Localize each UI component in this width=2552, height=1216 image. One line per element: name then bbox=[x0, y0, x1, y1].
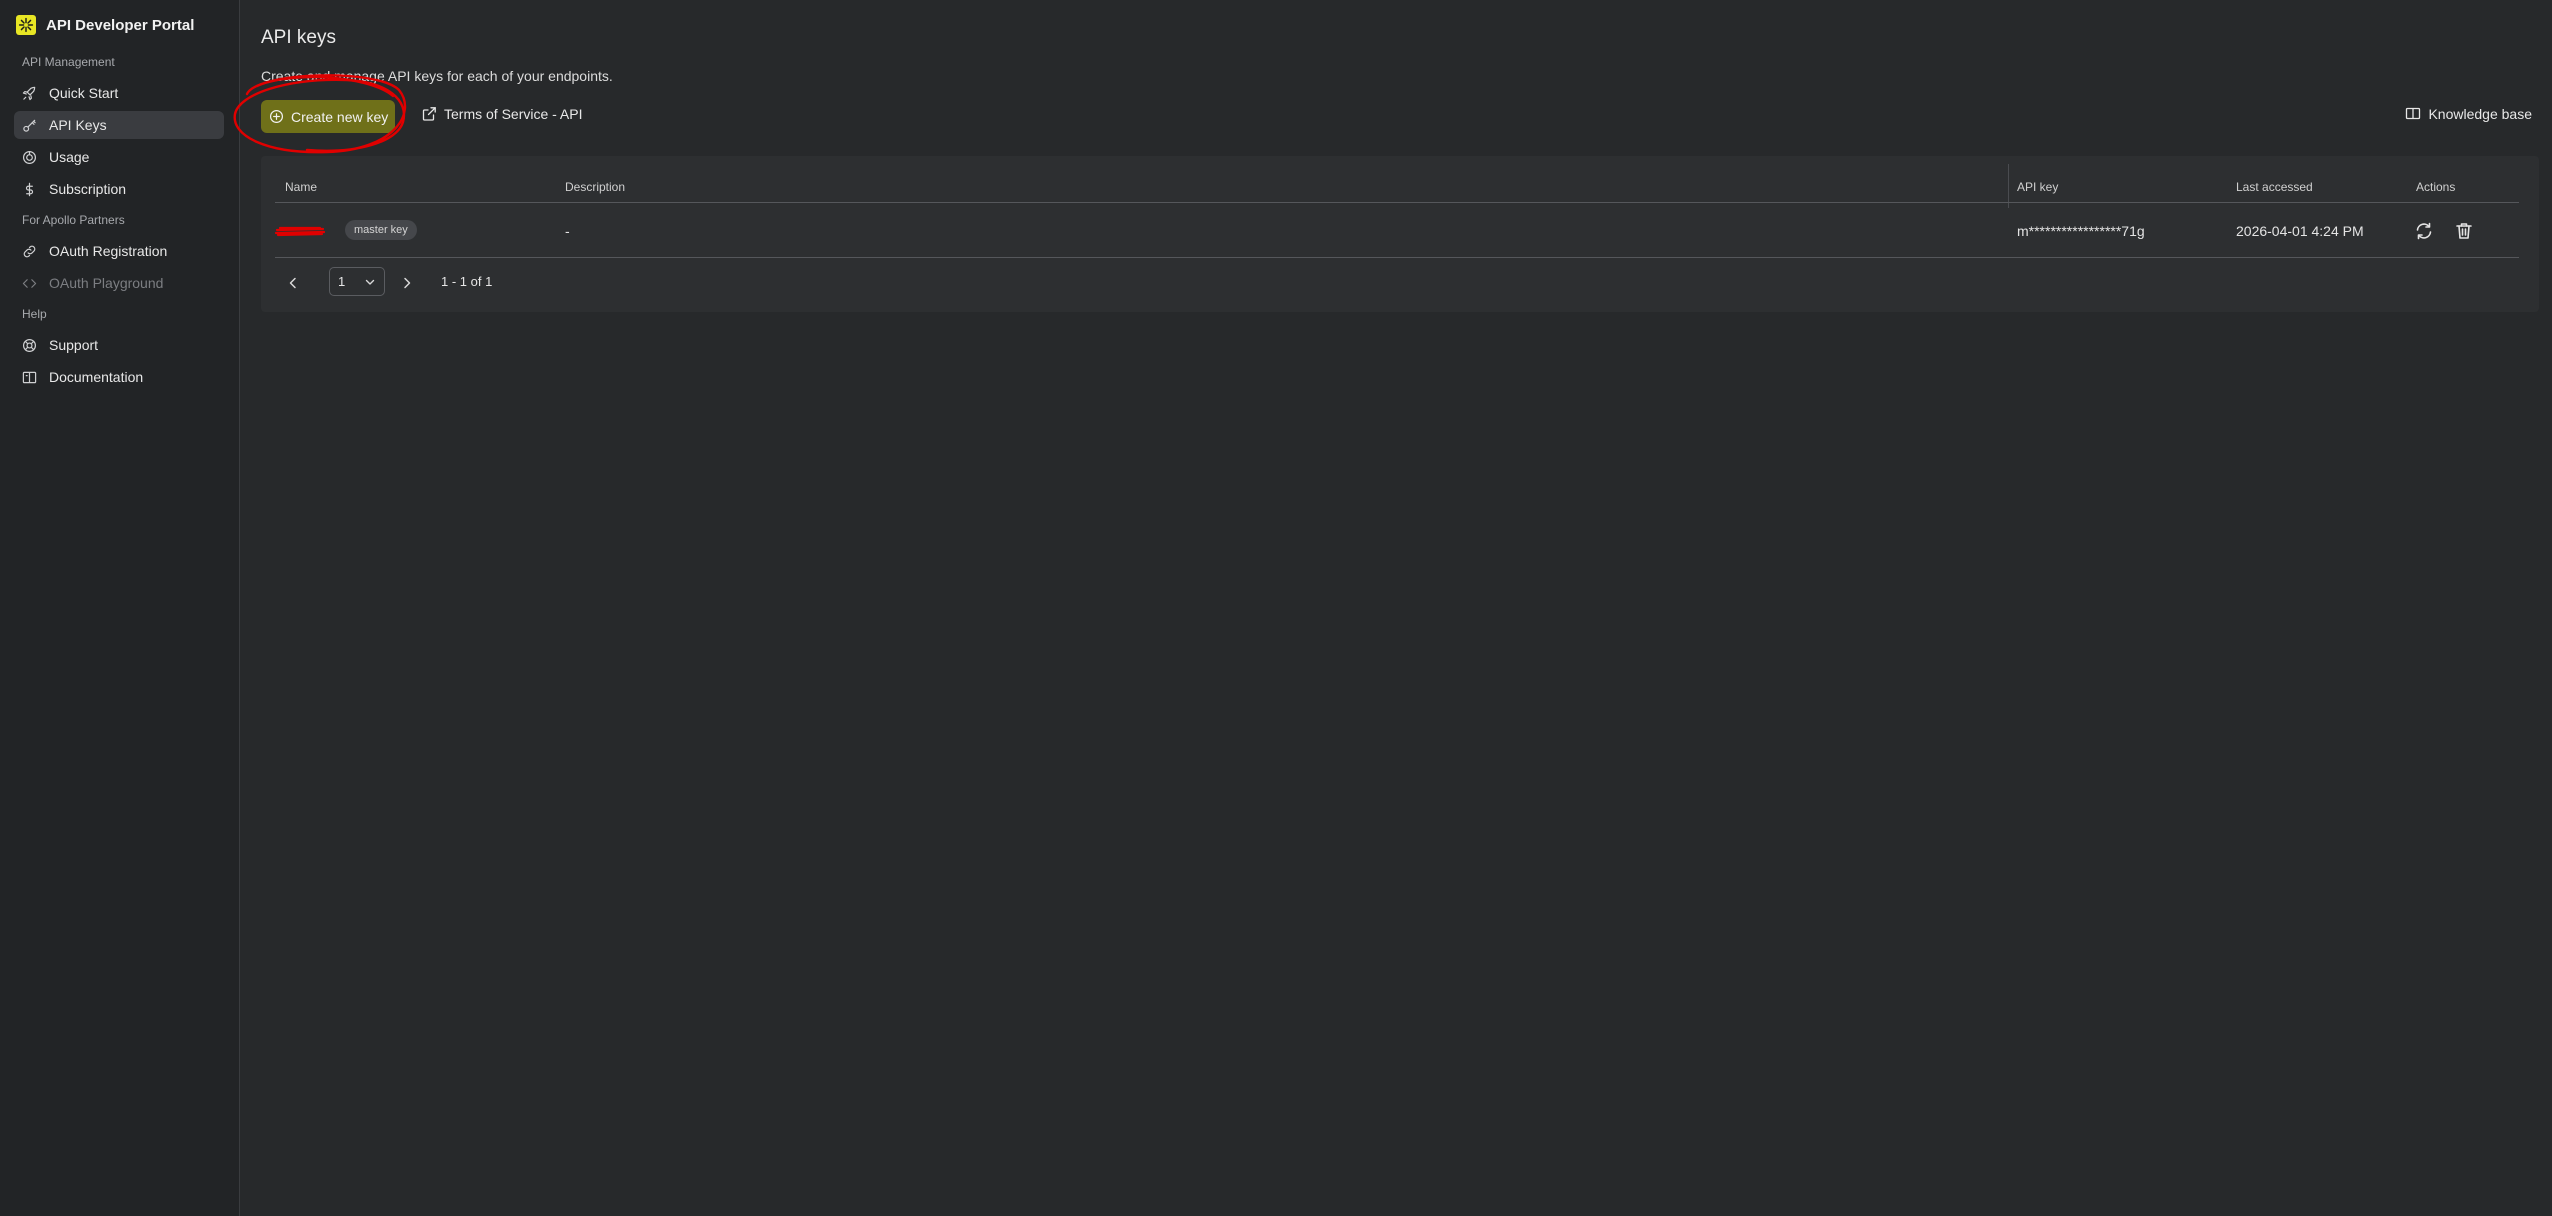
apollo-logo-icon bbox=[16, 15, 36, 35]
section-label-help: Help bbox=[22, 307, 47, 321]
sidebar-item-subscription[interactable]: Subscription bbox=[14, 175, 224, 203]
rocket-icon bbox=[22, 86, 36, 100]
brand-title: API Developer Portal bbox=[46, 16, 195, 34]
sidebar-item-label: Documentation bbox=[49, 369, 144, 385]
sidebar-item-label: Support bbox=[49, 337, 99, 353]
book-icon bbox=[22, 371, 37, 383]
next-page-button[interactable] bbox=[395, 271, 419, 295]
terms-of-service-link[interactable]: Terms of Service - API bbox=[421, 106, 582, 122]
page-select[interactable]: 1 bbox=[329, 267, 385, 296]
sidebar-item-oauth-registration[interactable]: OAuth Registration bbox=[14, 237, 224, 265]
sidebar-item-label: Subscription bbox=[49, 181, 127, 197]
sidebar-item-api-keys[interactable]: API Keys bbox=[14, 111, 224, 139]
redacted-name-scribble bbox=[275, 226, 325, 237]
sidebar: API Developer Portal API Management Quic… bbox=[0, 0, 240, 1216]
gauge-icon bbox=[22, 150, 37, 164]
api-keys-table: Name Description API key Last accessed A… bbox=[261, 156, 2539, 312]
pagination-info: 1 - 1 of 1 bbox=[441, 274, 493, 289]
brand[interactable]: API Developer Portal bbox=[16, 14, 194, 36]
key-icon bbox=[23, 119, 36, 132]
master-key-badge: master key bbox=[345, 220, 417, 240]
sidebar-item-label: Usage bbox=[49, 149, 90, 165]
sidebar-item-label: OAuth Playground bbox=[49, 275, 164, 291]
main-content: API keys Create and manage API keys for … bbox=[233, 0, 2552, 1216]
sidebar-item-documentation[interactable]: Documentation bbox=[14, 363, 224, 391]
delete-key-button[interactable] bbox=[2451, 218, 2477, 244]
create-new-key-label: Create new key bbox=[291, 108, 389, 125]
sidebar-item-support[interactable]: Support bbox=[14, 331, 224, 359]
section-label-partners: For Apollo Partners bbox=[22, 213, 125, 227]
column-header-api-key: API key bbox=[2017, 180, 2059, 194]
link-icon bbox=[23, 245, 36, 257]
row-api-key: m*****************71g bbox=[2017, 223, 2145, 239]
sidebar-item-quick-start[interactable]: Quick Start bbox=[14, 79, 224, 107]
row-last-accessed: 2026-04-01 4:24 PM bbox=[2236, 223, 2364, 239]
row-divider bbox=[275, 257, 2519, 258]
support-icon bbox=[22, 338, 37, 352]
page-description: Create and manage API keys for each of y… bbox=[261, 68, 613, 84]
previous-page-button[interactable] bbox=[281, 271, 305, 295]
sidebar-item-usage[interactable]: Usage bbox=[14, 143, 224, 171]
create-new-key-button[interactable]: Create new key bbox=[261, 100, 395, 133]
header-divider bbox=[275, 202, 2519, 203]
column-header-actions: Actions bbox=[2416, 180, 2456, 194]
plus-circle-icon bbox=[269, 109, 284, 124]
chevron-right-icon bbox=[404, 277, 411, 289]
chevron-down-icon bbox=[365, 279, 375, 285]
page-select-value: 1 bbox=[338, 274, 346, 289]
sidebar-item-label: OAuth Registration bbox=[49, 243, 168, 259]
column-header-name: Name bbox=[285, 180, 318, 194]
section-label-api-management: API Management bbox=[22, 55, 115, 69]
column-header-last-accessed: Last accessed bbox=[2236, 180, 2313, 194]
external-link-icon bbox=[422, 107, 436, 121]
page-title: API keys bbox=[261, 27, 336, 48]
chevron-left-icon bbox=[289, 277, 296, 289]
trash-icon bbox=[2456, 223, 2472, 239]
row-description: - bbox=[565, 223, 570, 239]
sidebar-item-label: Quick Start bbox=[49, 85, 119, 101]
sidebar-item-oauth-playground[interactable]: OAuth Playground bbox=[14, 269, 224, 297]
column-header-description: Description bbox=[565, 180, 626, 194]
terms-of-service-label: Terms of Service - API bbox=[444, 106, 583, 122]
dollar-icon bbox=[25, 182, 34, 196]
knowledge-base-link[interactable]: Knowledge base bbox=[2405, 106, 2532, 122]
refresh-icon bbox=[2416, 222, 2432, 240]
sidebar-item-label: API Keys bbox=[49, 117, 107, 133]
regenerate-key-button[interactable] bbox=[2411, 218, 2437, 244]
knowledge-base-label: Knowledge base bbox=[2428, 106, 2532, 122]
code-icon bbox=[22, 278, 37, 288]
book-open-icon bbox=[2406, 107, 2421, 120]
